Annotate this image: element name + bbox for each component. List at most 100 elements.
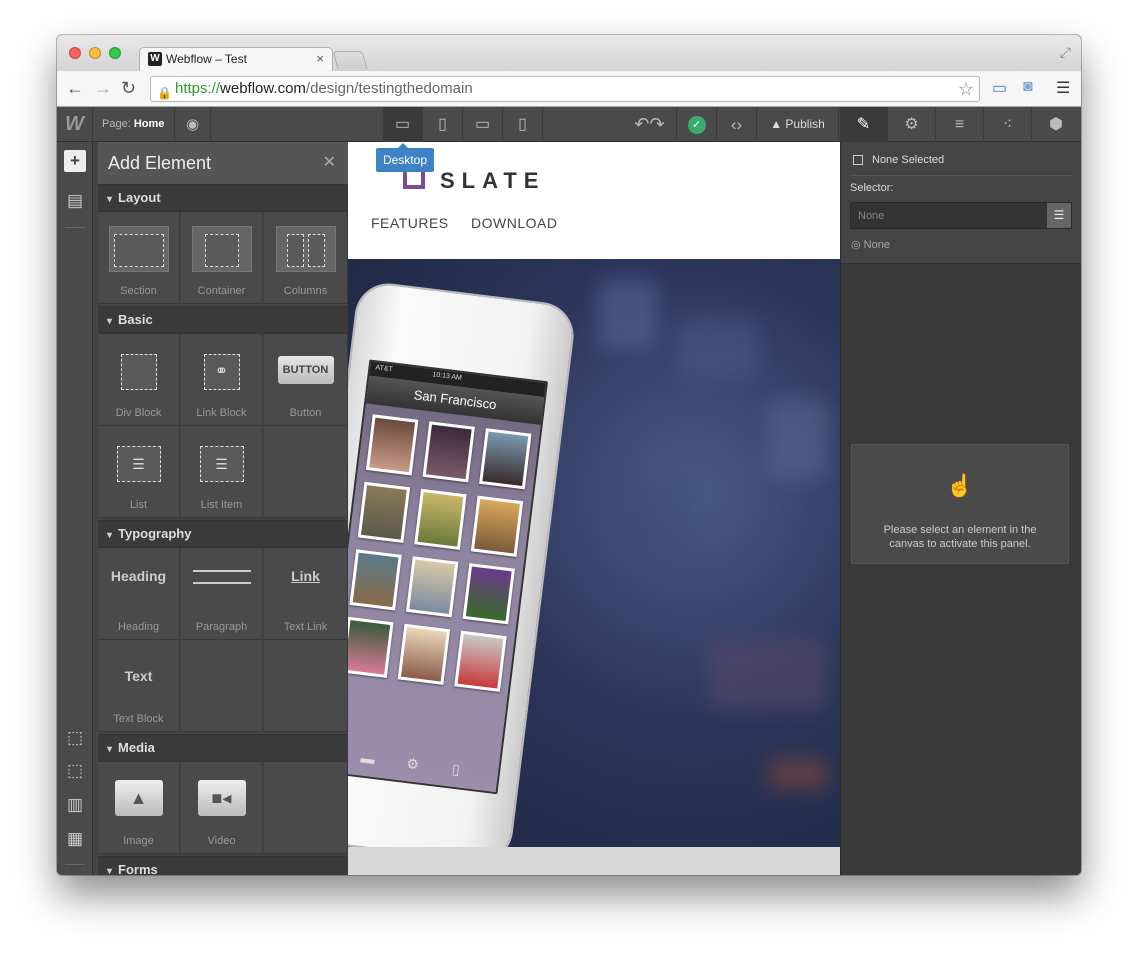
slate-logo-icon bbox=[403, 169, 425, 189]
pages-document-icon[interactable]: ▤ bbox=[64, 190, 86, 212]
section-layout[interactable]: Layout bbox=[98, 184, 348, 212]
camera-icon[interactable]: ◙ bbox=[1023, 78, 1033, 96]
close-panel-icon[interactable]: ✕ bbox=[323, 142, 336, 184]
add-element-panel: Add Element✕ Layout Section Container Co… bbox=[93, 142, 348, 875]
section-typography[interactable]: Typography bbox=[98, 520, 348, 548]
section-icon bbox=[108, 226, 169, 272]
left-toolstrip: + ▤ ⬚ ⬚ ▥ ▦ ? bbox=[57, 142, 93, 875]
hero-section[interactable]: AT&T10:13 AM San Francisco ▬ ⚙ ▯ bbox=[348, 259, 840, 847]
columns-icon bbox=[275, 226, 336, 272]
style-panel-brush-icon[interactable]: ✎ bbox=[840, 107, 888, 142]
element-list[interactable]: ☰ List bbox=[98, 426, 180, 518]
element-text-link[interactable]: Link Text Link bbox=[264, 548, 348, 640]
close-window-button[interactable] bbox=[69, 47, 81, 59]
swatches-drops-icon[interactable]: ⁖ bbox=[984, 107, 1032, 142]
section-media[interactable]: Media bbox=[98, 734, 348, 762]
element-div-block[interactable]: Div Block bbox=[98, 334, 180, 426]
none-selected-label: None Selected bbox=[872, 154, 945, 166]
menu-icon[interactable]: ☰ bbox=[1056, 78, 1070, 98]
pointer-hand-icon: ☝ bbox=[946, 473, 974, 498]
list-icon: ☰ bbox=[116, 446, 161, 482]
panel-hint-box: ☝ Please select an element in the canvas… bbox=[851, 444, 1069, 564]
browser-tab[interactable]: W Webflow – Test × bbox=[139, 47, 333, 71]
element-text-block[interactable]: Text Text Block bbox=[98, 640, 180, 732]
tablet-view-icon[interactable]: ▯ bbox=[423, 107, 463, 142]
element-list-item[interactable]: ☰ List Item bbox=[181, 426, 263, 518]
undo-redo-icon[interactable]: ↶↷ bbox=[623, 107, 677, 142]
selector-menu-icon[interactable]: ☰ bbox=[1047, 203, 1071, 228]
url-text: https://webflow.com/design/testingthedom… bbox=[175, 80, 473, 97]
element-paragraph[interactable]: Paragraph bbox=[181, 548, 263, 640]
tab-title: Webflow – Test bbox=[166, 52, 247, 66]
fullscreen-icon[interactable]: ⤢ bbox=[1060, 44, 1071, 61]
preview-layout-icon[interactable]: ▦ bbox=[64, 828, 86, 850]
element-heading[interactable]: Heading Heading bbox=[98, 548, 180, 640]
bookmark-star-icon[interactable]: ☆ bbox=[958, 77, 974, 101]
mobile-portrait-view-icon[interactable]: ▯ bbox=[503, 107, 543, 142]
browser-tabstrip: W Webflow – Test × ⤢ bbox=[57, 35, 1081, 71]
show-grid-icon[interactable]: ▥ bbox=[64, 794, 86, 816]
code-export-icon[interactable]: ‹› bbox=[717, 107, 757, 142]
nav-link-download[interactable]: DOWNLOAD bbox=[471, 215, 557, 231]
none-selected-checkbox[interactable] bbox=[853, 155, 863, 165]
screen-capture-icon[interactable]: ▭ bbox=[992, 78, 1007, 98]
empty-cell bbox=[181, 640, 263, 732]
link-block-icon: ⚭ bbox=[203, 354, 240, 390]
design-canvas[interactable]: SLATE FEATURES DOWNLOAD AT&T10:13 AM San… bbox=[348, 142, 840, 875]
mobile-landscape-view-icon[interactable]: ▭ bbox=[463, 107, 503, 142]
container-icon bbox=[191, 226, 252, 272]
page-selector[interactable]: Page: Home bbox=[93, 107, 175, 142]
section-forms[interactable]: Forms bbox=[98, 856, 348, 875]
desktop-view-icon[interactable]: ▭ bbox=[383, 107, 423, 142]
element-link-block[interactable]: ⚭ Link Block bbox=[181, 334, 263, 426]
empty-cell bbox=[264, 640, 348, 732]
element-button[interactable]: BUTTON Button bbox=[264, 334, 348, 426]
show-outlines-icon[interactable]: ⬚ bbox=[64, 760, 86, 782]
minimize-window-button[interactable] bbox=[89, 47, 101, 59]
browser-window: W Webflow – Test × ⤢ ← → ↻ 🔒 https://web… bbox=[57, 35, 1081, 875]
video-camera-icon: ■◂ bbox=[197, 780, 246, 816]
element-container[interactable]: Container bbox=[181, 212, 263, 304]
section-basic[interactable]: Basic bbox=[98, 306, 348, 334]
close-tab-icon[interactable]: × bbox=[316, 51, 324, 66]
add-element-plus-icon[interactable]: + bbox=[64, 150, 86, 172]
panel-title: Add Element ✕ bbox=[98, 142, 348, 184]
text-link-icon: Link bbox=[291, 568, 320, 584]
zoom-window-button[interactable] bbox=[109, 47, 121, 59]
desktop-tooltip: Desktop bbox=[376, 143, 435, 172]
publish-button[interactable]: ▲ Publish bbox=[757, 107, 839, 142]
preview-eye-icon[interactable]: ◉ bbox=[175, 107, 211, 142]
element-columns[interactable]: Columns bbox=[264, 212, 348, 304]
nav-link-features[interactable]: FEATURES bbox=[371, 215, 449, 231]
selector-label: Selector: bbox=[850, 182, 894, 194]
state-selector[interactable]: ◎ None bbox=[851, 238, 890, 251]
element-video[interactable]: ■◂ Video bbox=[181, 762, 263, 854]
forward-icon[interactable]: → bbox=[94, 78, 112, 98]
address-bar[interactable]: 🔒 https://webflow.com/design/testingthed… bbox=[150, 76, 980, 102]
webflow-favicon-icon: W bbox=[148, 52, 162, 66]
site-logo-text[interactable]: SLATE bbox=[440, 168, 545, 194]
selector-input[interactable]: None ☰ bbox=[850, 202, 1072, 229]
paragraph-icon bbox=[192, 570, 251, 584]
reload-icon[interactable]: ↻ bbox=[121, 78, 136, 98]
back-icon[interactable]: ← bbox=[66, 78, 84, 98]
symbols-box-icon[interactable]: ⬢ bbox=[1032, 107, 1080, 142]
empty-cell bbox=[264, 762, 348, 854]
new-tab-button[interactable] bbox=[332, 51, 368, 69]
webflow-logo-icon[interactable]: W bbox=[57, 107, 93, 142]
phone-mockup-image: AT&T10:13 AM San Francisco ▬ ⚙ ▯ bbox=[348, 281, 576, 847]
selector-area: None Selected Selector: None ☰ ◎ None bbox=[841, 142, 1081, 264]
phone-screen: AT&T10:13 AM San Francisco ▬ ⚙ ▯ bbox=[348, 359, 549, 795]
settings-gear-icon[interactable]: ⚙ bbox=[888, 107, 936, 142]
style-panel: None Selected Selector: None ☰ ◎ None ☝ P… bbox=[840, 142, 1081, 875]
element-section[interactable]: Section bbox=[98, 212, 180, 304]
button-icon: BUTTON bbox=[277, 356, 334, 384]
select-cursor-icon[interactable]: ⬚ bbox=[64, 727, 86, 749]
empty-cell bbox=[264, 426, 348, 518]
lock-icon: 🔒 bbox=[157, 86, 172, 100]
element-image[interactable]: ▲ Image bbox=[98, 762, 180, 854]
navigator-icon[interactable]: ≡ bbox=[936, 107, 984, 142]
div-block-icon bbox=[120, 354, 157, 390]
panel-hint-text: Please select an element in the canvas t… bbox=[883, 524, 1037, 550]
designer-topbar: W Page: Home ◉ ▭ ▯ ▭ ▯ ↶↷ ✓ ‹› ▲ Publish… bbox=[57, 107, 1081, 142]
